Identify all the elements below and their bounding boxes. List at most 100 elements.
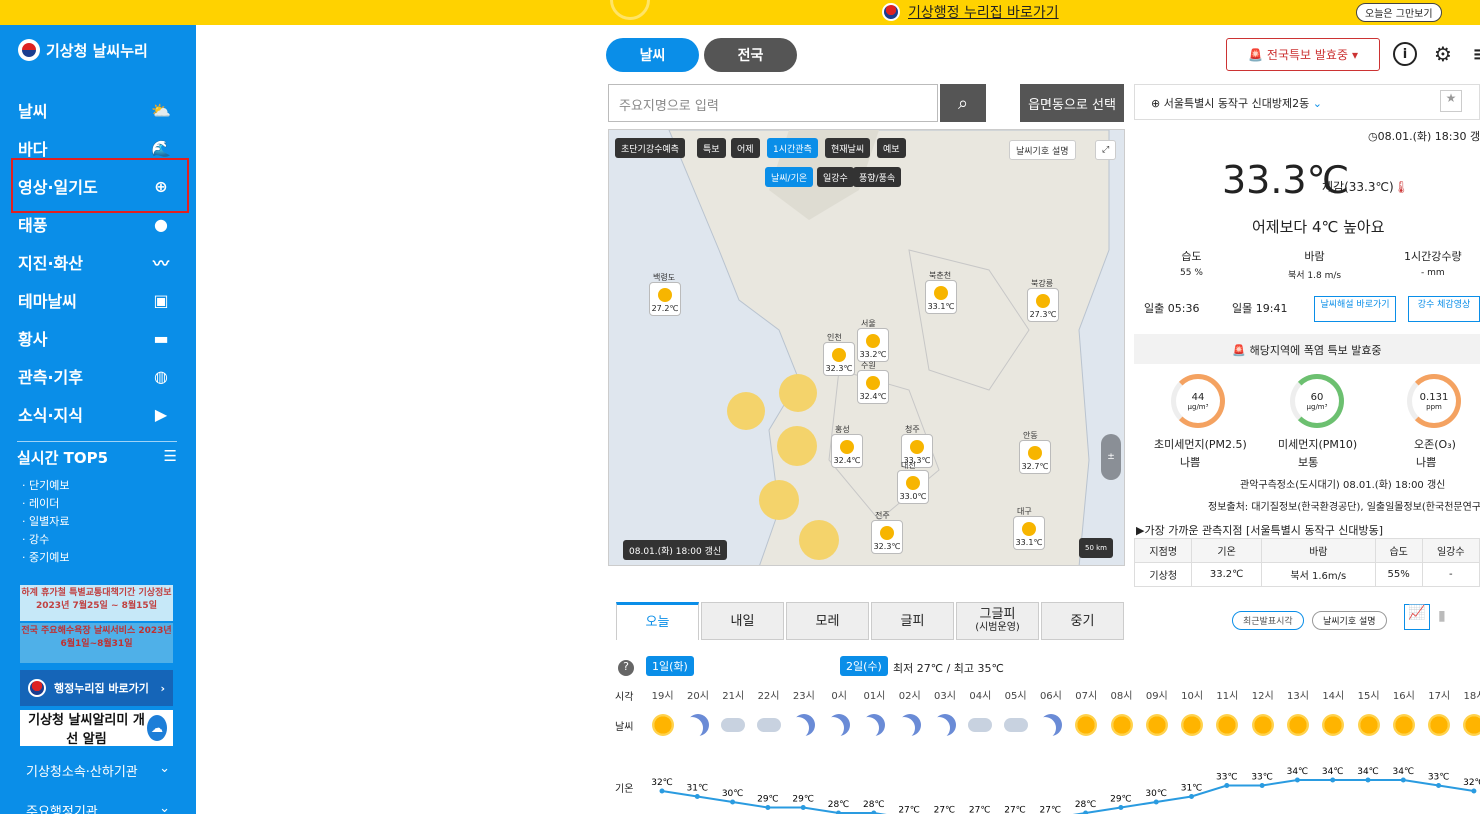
top5-menu[interactable]: 실시간 TOP5 ☰ [17,447,177,468]
tab-weather[interactable]: 날씨 [606,38,699,72]
map-tab-3[interactable]: 1시간관측 [767,138,818,158]
top5-item[interactable]: · 중기예보 [22,549,69,567]
top5-item[interactable]: · 일별자료 [22,513,69,531]
map-tab-4[interactable]: 현재날씨 [825,138,871,158]
site-logo[interactable]: 기상청 날씨누리 [18,39,148,61]
admin-link-banner[interactable]: 행정누리집 바로가기 › [20,670,173,706]
info-icon[interactable]: i [1393,42,1417,66]
affiliated-orgs[interactable]: 기상청소속·산하기관 ⌄ [26,761,170,780]
tab-national[interactable]: 전국 [704,38,797,72]
city-temp: 32.4℃ [833,456,861,465]
latest-release-button[interactable]: 최근발표시각 [1232,611,1304,630]
city-marker[interactable]: 32.4℃ [831,434,863,468]
hour-label: 02시 [898,691,921,702]
weather-cell [1033,711,1068,739]
map-subtab-1[interactable]: 일강수 [817,167,854,187]
forecast-commentary-button[interactable]: 날씨해설 바로가기 [1314,296,1396,322]
play-icon: ▶ [154,404,168,424]
source-text: 정보출처: 대기질정보(한국환경공단), 일출일몰정보(한국천문연구원) [1208,502,1480,513]
top5-item[interactable]: · 강수 [22,531,69,549]
sidebar-item-7[interactable]: 관측·기후 ◍ [0,357,196,395]
symbol-legend-button[interactable]: 날씨기호 설명 [1312,611,1387,630]
thermometer-icon: 🌡 [1393,180,1409,194]
sun-icon [866,376,880,390]
help-icon[interactable]: ? [618,660,634,676]
city-marker[interactable]: 32.4℃ [857,370,889,404]
sidebar-item-8[interactable]: 소식·지식 ▶ [0,395,196,433]
admin-site-link[interactable]: 기상행정 누리집 바로가기 [882,2,1059,22]
city-name: 백령도 [653,273,676,282]
o3-unit: ppm [1426,402,1442,411]
temp-label: 29℃ [1110,795,1132,805]
chevron-right-icon: › [160,681,165,695]
city-marker[interactable]: 27.2℃ [649,282,681,316]
forecast-tab-label: 글피 [900,613,925,629]
o3-grade: 나쁨 [1416,456,1437,469]
map-tab-5[interactable]: 예보 [877,138,906,158]
menu-icon[interactable]: ≡ [1468,42,1480,66]
city-marker[interactable]: 32.3℃ [823,342,855,376]
wind-value: 북서 1.8 m/s [1288,271,1342,281]
wind-bubble [799,520,839,560]
sidebar: 기상청 날씨누리 날씨 ⛅ 바다 🌊 영상·일기도 ⊕ 태풍 ● 지진·화산 〰 테마날씨 ▣ 황사 ▬ 관… [0,25,196,820]
national-alert-button[interactable]: 🚨 전국특보 발효중 ▾ [1226,38,1380,71]
city-marker[interactable]: 33.0℃ [897,470,929,504]
sidebar-item-4[interactable]: 지진·화산 〰 [0,243,196,281]
map-tab-2[interactable]: 어제 [731,138,760,158]
forecast-tab-4[interactable]: 그글피 (시범운영) [956,602,1039,640]
forecast-tab-3[interactable]: 글피 [871,602,954,640]
forecast-tab-5[interactable]: 중기 [1041,602,1124,640]
sidebar-item-5[interactable]: 테마날씨 ▣ [0,281,196,319]
legend-text: 날씨기호 설명 [1016,146,1069,157]
table-header: 일강수 [1421,538,1480,563]
rain-video-button[interactable]: 강수 체감영상 [1408,296,1480,322]
weather-map[interactable]: 초단기강수예측 특보 어제 1시간관측 현재날씨 예보날씨/기온 일강수 풍향/풍속 날씨기호… [608,129,1125,566]
banner-holiday[interactable]: 하계 휴가철 특별교통대책기간 기상정보 2023년 7월25일 ~ 8월15일 [20,585,173,621]
sunrise: 일출 05:36 [1144,302,1200,315]
temp-point [800,805,806,810]
cloud-icon [1003,718,1028,732]
legend-button[interactable]: 날씨기호 설명 [1009,140,1076,160]
chart-view-icon[interactable]: 📈 [1404,604,1430,630]
zoom-control[interactable]: ± [1101,434,1121,480]
forecast-tab-1[interactable]: 내일 [701,602,784,640]
temp-label: 34℃ [1287,767,1309,777]
city-marker[interactable]: 33.1℃ [1013,516,1045,550]
sidebar-item-0[interactable]: 날씨 ⛅ [0,91,196,129]
sun-icon [1216,714,1239,736]
close-today-button[interactable]: 오늘은 그만보기 [1356,3,1442,22]
map-tab-1[interactable]: 특보 [697,138,726,158]
flag-icon [882,3,900,21]
pm10-unit: μg/m³ [1306,402,1328,411]
search-input[interactable]: 주요지명으로 입력 [608,84,938,122]
temp-point [730,799,736,805]
banner-beach[interactable]: 전국 주요해수욕장 날씨서비스 2023년 6월1일~8월31일 [20,623,173,663]
city-marker[interactable]: 33.1℃ [925,280,957,314]
city-marker[interactable]: 32.7℃ [1019,440,1051,474]
select-district-button[interactable]: 읍면동으로 선택 [1020,84,1124,122]
map-tab-0[interactable]: 초단기강수예측 [615,138,685,158]
city-marker[interactable]: 27.3℃ [1027,288,1059,322]
map-subtab-0[interactable]: 날씨/기온 [765,167,814,187]
map-subtab-2[interactable]: 풍향/풍속 [853,167,902,187]
expand-icon[interactable]: ⤢ [1095,140,1117,160]
city-marker[interactable]: 33.2℃ [857,328,889,362]
location-bar[interactable]: ⊕ 서울특별시 동작구 신대방제2동 ⌄ [1134,84,1480,120]
city-marker[interactable]: 32.3℃ [871,520,903,554]
temp-label: 33℃ [1251,773,1273,783]
bar-view-icon[interactable]: ▮ [1438,608,1446,624]
forecast-tab-2[interactable]: 모레 [786,602,869,640]
sidebar-item-6[interactable]: 황사 ▬ [0,319,196,357]
admin-orgs[interactable]: 주요행정기관 ⌄ [26,801,170,820]
forecast-tab-0[interactable]: 오늘 [616,602,699,640]
gear-icon[interactable]: ⚙ [1431,42,1455,66]
alimi-banner[interactable]: 기상청 날씨알리미 개선 알림 ☁ [20,710,173,747]
cloud-sun-icon: ⛅ [151,100,171,120]
top5-item[interactable]: · 레이더 [22,495,69,513]
alert-btn-text: 전국특보 발효중 [1266,48,1349,62]
temp-label: 27℃ [898,806,920,815]
favorite-star-icon[interactable]: ★ [1440,90,1462,112]
hour-label: 03시 [934,691,956,702]
top5-item[interactable]: · 단기예보 [22,477,69,495]
search-button[interactable]: ⌕ [940,84,986,122]
